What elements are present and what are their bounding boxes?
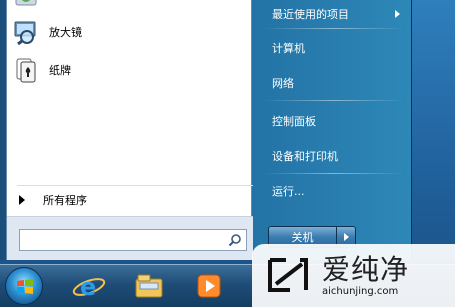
arrow-right-icon [343,233,349,241]
watermark-brand: 爱纯净 [322,253,410,286]
media-player-button[interactable] [192,269,226,303]
computer-label: 计算机 [272,42,305,55]
all-programs-label: 所有程序 [43,194,87,207]
file-explorer-icon [135,274,163,298]
solitaire-cards-icon [13,57,39,83]
internet-explorer-icon: e [72,273,106,301]
search-input[interactable] [19,229,247,251]
control-panel-label: 控制面板 [272,115,316,128]
start-button[interactable] [5,267,43,305]
program-item-partial[interactable] [13,0,247,14]
windows-logo-icon [17,279,33,294]
all-programs-button[interactable]: 所有程序 [19,190,249,210]
network-link[interactable]: 网络 [272,72,400,94]
arrow-right-icon [19,195,25,205]
divider [17,185,253,186]
computer-link[interactable]: 计算机 [272,37,400,59]
search-icon[interactable] [228,233,242,247]
program-label: 放大镜 [49,26,82,39]
recent-items-label: 最近使用的项目 [272,8,349,21]
program-item-solitaire[interactable]: 纸牌 [13,54,247,86]
devices-printers-link[interactable]: 设备和打印机 [272,145,400,167]
svg-text:e: e [80,273,96,301]
arrow-right-icon [395,10,400,18]
devices-printers-label: 设备和打印机 [272,150,338,163]
programs-pane: 放大镜 纸牌 所有程序 [6,0,253,260]
recent-items-link[interactable]: 最近使用的项目 [272,3,400,25]
start-menu: 放大镜 纸牌 所有程序 最近使用的项目 计算机 网络 控制面板 设备和打印机 运… [0,0,412,260]
program-item-magnifier[interactable]: 放大镜 [13,16,247,48]
magnifier-icon [13,19,39,46]
watermark: 爱纯净 aichunjing.com [252,244,455,307]
file-explorer-button[interactable] [132,269,166,303]
network-label: 网络 [272,77,294,90]
control-panel-link[interactable]: 控制面板 [272,110,400,132]
app-icon [13,0,39,11]
shutdown-label: 关机 [291,231,314,244]
separator [264,28,404,29]
run-label: 运行... [272,185,305,198]
system-links-pane: 最近使用的项目 计算机 网络 控制面板 设备和打印机 运行... 关机 [256,0,412,260]
program-label: 纸牌 [49,64,71,77]
media-player-icon [197,274,221,298]
run-link[interactable]: 运行... [272,180,400,202]
search-area [7,216,253,260]
separator [264,173,404,174]
watermark-logo-icon [268,258,308,292]
separator [264,100,404,101]
watermark-url: aichunjing.com [322,286,399,297]
internet-explorer-button[interactable]: e [72,269,106,303]
